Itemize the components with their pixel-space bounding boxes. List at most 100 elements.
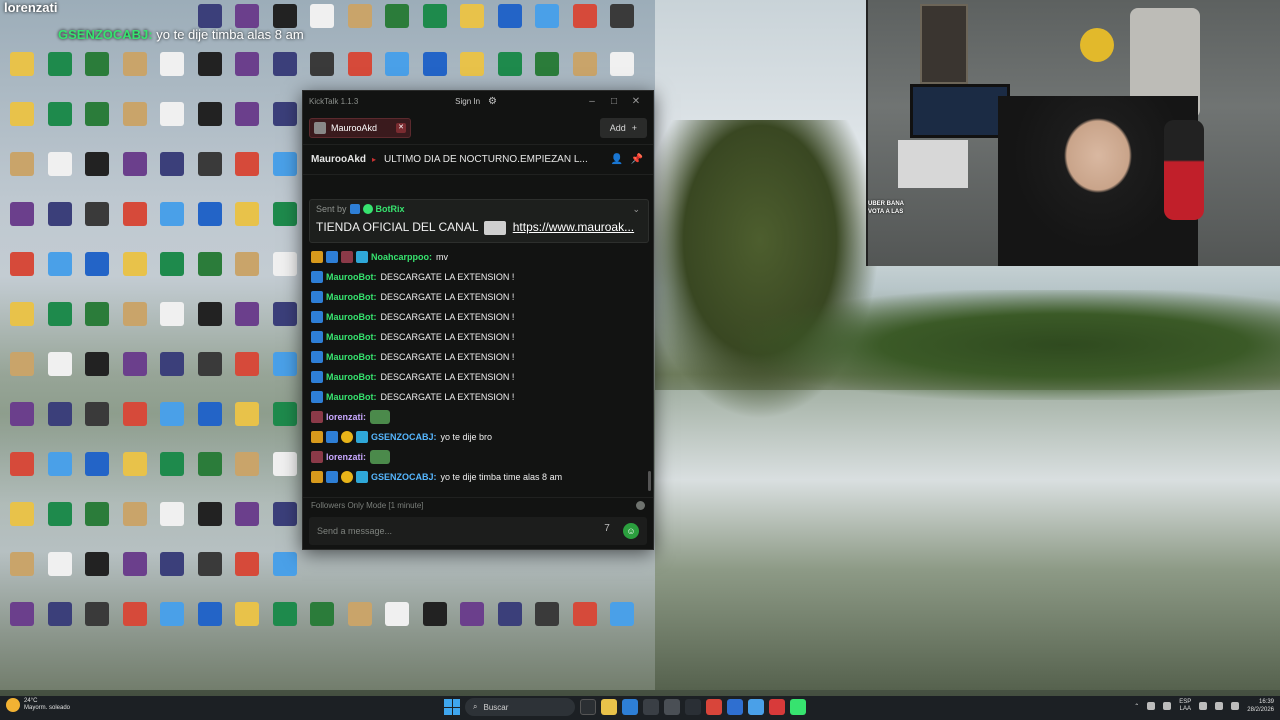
desktop-icon[interactable] <box>342 602 378 648</box>
chevron-down-icon[interactable]: ⌄ <box>632 204 640 215</box>
kicktalk-titlebar[interactable]: KickTalk 1.1.3 Sign In ⚙ – □ ✕ <box>303 91 653 111</box>
desktop-icon[interactable] <box>229 202 265 248</box>
pin-icon[interactable]: 📌 <box>629 154 645 165</box>
desktop-icon[interactable] <box>192 602 228 648</box>
streamer-name[interactable]: MaurooAkd <box>311 154 366 165</box>
info-icon[interactable] <box>636 501 645 510</box>
desktop-icon[interactable] <box>117 52 153 98</box>
desktop-icon[interactable] <box>42 352 78 398</box>
chat-username[interactable]: GSENZOCABJ: <box>371 472 437 482</box>
desktop-icon[interactable] <box>79 52 115 98</box>
taskbar-search[interactable]: ⌕ Buscar <box>465 698 575 716</box>
desktop-icon[interactable] <box>192 202 228 248</box>
message-input[interactable]: Send a message... 7 ☺ <box>309 517 647 545</box>
chat-username[interactable]: MaurooBot: <box>326 352 377 362</box>
app-icon[interactable] <box>727 699 743 715</box>
add-chat-button[interactable]: Add + <box>599 117 647 138</box>
start-button-icon[interactable] <box>444 699 460 715</box>
desktop-icon[interactable] <box>229 152 265 198</box>
desktop-icon[interactable] <box>192 102 228 148</box>
desktop-icon[interactable] <box>117 352 153 398</box>
desktop-icon[interactable] <box>267 302 303 348</box>
desktop-icon[interactable] <box>604 602 640 648</box>
chat-scrollbar[interactable] <box>648 471 651 491</box>
desktop-icon[interactable] <box>4 352 40 398</box>
chat-username[interactable]: MaurooBot: <box>326 272 377 282</box>
chat-username[interactable]: MaurooBot: <box>326 332 377 342</box>
close-icon[interactable]: ✕ <box>625 96 647 107</box>
desktop-icon[interactable] <box>229 402 265 448</box>
desktop-icon[interactable] <box>192 352 228 398</box>
desktop-icon[interactable] <box>154 452 190 498</box>
desktop-icon[interactable] <box>4 502 40 548</box>
desktop-icon[interactable] <box>117 152 153 198</box>
desktop-icon[interactable] <box>4 252 40 298</box>
desktop-icon[interactable] <box>192 52 228 98</box>
desktop-icon[interactable] <box>154 552 190 598</box>
desktop-icon[interactable] <box>604 4 640 50</box>
tab-maurooakd[interactable]: MaurooAkd ✕ <box>309 117 411 138</box>
desktop-icon[interactable] <box>454 602 490 648</box>
desktop-icon[interactable] <box>42 452 78 498</box>
desktop-icon[interactable] <box>154 202 190 248</box>
desktop-icon[interactable] <box>79 402 115 448</box>
sign-in-button[interactable]: Sign In <box>455 97 480 106</box>
weather-widget[interactable]: 24°C Mayorm. soleado <box>6 698 70 712</box>
desktop-icon[interactable] <box>42 52 78 98</box>
desktop-icon[interactable] <box>229 602 265 648</box>
emoji-icon[interactable]: ☺ <box>623 523 639 539</box>
desktop-icon[interactable] <box>267 202 303 248</box>
desktop-icon[interactable] <box>267 552 303 598</box>
language-indicator[interactable]: ESP LAA <box>1179 699 1191 713</box>
desktop-icon[interactable] <box>117 252 153 298</box>
desktop-icon[interactable] <box>192 252 228 298</box>
desktop-icon[interactable] <box>192 302 228 348</box>
wifi-icon[interactable] <box>1199 702 1208 710</box>
desktop-icon[interactable] <box>4 402 40 448</box>
chat-username[interactable]: MaurooBot: <box>326 372 377 382</box>
app-icon[interactable] <box>748 699 764 715</box>
file-explorer-icon[interactable] <box>601 699 617 715</box>
desktop-icon[interactable] <box>154 502 190 548</box>
desktop-icon[interactable] <box>154 402 190 448</box>
desktop-icon[interactable] <box>154 352 190 398</box>
chat-message-list[interactable]: Noahcarppoo: mv MaurooBot: DESCARGATE LA EX… <box>303 247 653 495</box>
desktop-icon[interactable] <box>454 4 490 50</box>
desktop-icon[interactable] <box>267 402 303 448</box>
desktop-icon[interactable] <box>79 302 115 348</box>
desktop-icon[interactable] <box>229 102 265 148</box>
desktop-icon[interactable] <box>192 502 228 548</box>
maximize-icon[interactable]: □ <box>603 96 625 107</box>
desktop-icon[interactable] <box>154 602 190 648</box>
desktop-icon[interactable] <box>117 602 153 648</box>
desktop-icon[interactable] <box>529 602 565 648</box>
desktop-icon[interactable] <box>42 402 78 448</box>
desktop-icon[interactable] <box>267 102 303 148</box>
edge-icon[interactable] <box>622 699 638 715</box>
desktop-icon[interactable] <box>4 202 40 248</box>
desktop-icon[interactable] <box>79 602 115 648</box>
desktop-icon[interactable] <box>117 552 153 598</box>
desktop-icon[interactable] <box>79 252 115 298</box>
volume-icon[interactable] <box>1215 702 1224 710</box>
desktop-icon[interactable] <box>4 52 40 98</box>
chat-username[interactable]: Noahcarppoo: <box>371 252 432 262</box>
desktop-icon[interactable] <box>42 602 78 648</box>
desktop-icon[interactable] <box>492 602 528 648</box>
app-icon[interactable] <box>685 699 701 715</box>
task-view-icon[interactable] <box>580 699 596 715</box>
desktop-icon[interactable] <box>42 502 78 548</box>
clock[interactable]: 16:39 28/2/2026 <box>1247 698 1274 714</box>
desktop-icon[interactable] <box>4 102 40 148</box>
app-icon[interactable] <box>769 699 785 715</box>
desktop-icon[interactable] <box>4 302 40 348</box>
user-list-icon[interactable]: 👤 <box>609 154 625 165</box>
desktop-icon[interactable] <box>267 502 303 548</box>
tab-close-icon[interactable]: ✕ <box>396 122 406 133</box>
desktop-icon[interactable] <box>79 352 115 398</box>
desktop-icon[interactable] <box>192 452 228 498</box>
desktop-icon[interactable] <box>117 402 153 448</box>
desktop-icon[interactable] <box>192 552 228 598</box>
desktop-icon[interactable] <box>229 52 265 98</box>
desktop-icon[interactable] <box>4 552 40 598</box>
